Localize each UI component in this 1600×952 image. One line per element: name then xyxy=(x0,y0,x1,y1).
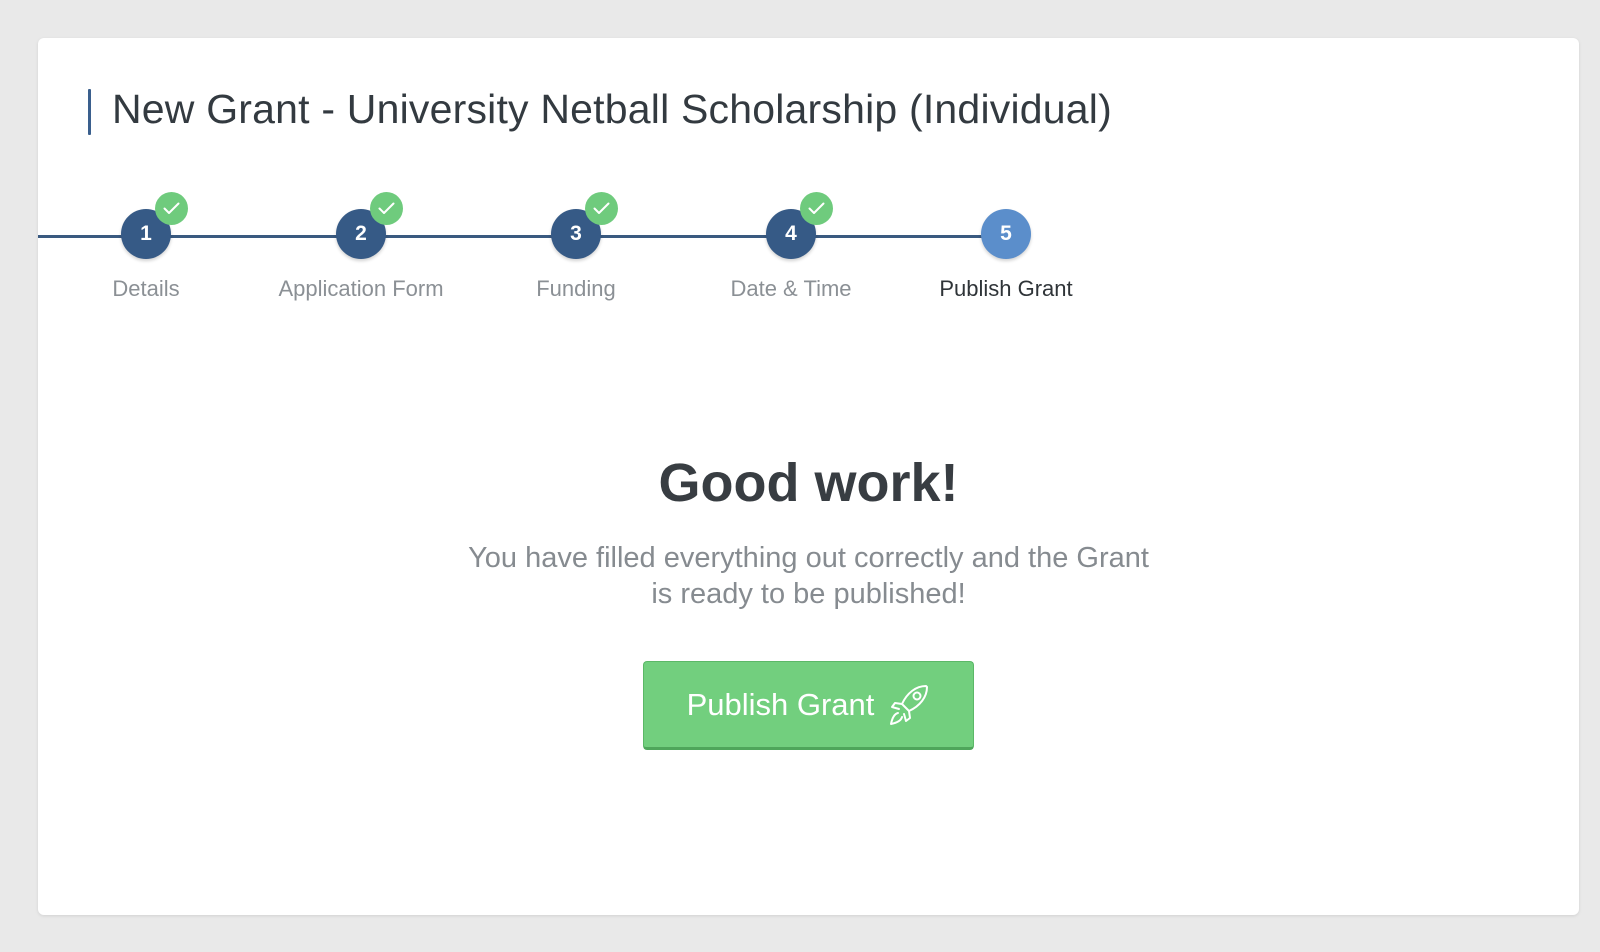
step-number: 5 xyxy=(1000,222,1012,245)
title-accent-bar xyxy=(88,89,91,135)
step-publish-grant[interactable]: 5 Publish Grant xyxy=(906,209,1106,302)
publish-grant-button[interactable]: Publish Grant xyxy=(643,661,974,750)
step-number-circle: 5 xyxy=(981,209,1031,259)
step-application-form[interactable]: 2 Application Form xyxy=(261,192,461,302)
step-number-circle: 3 xyxy=(551,192,618,259)
check-icon xyxy=(370,192,403,225)
step-label: Date & Time xyxy=(730,276,852,301)
page-title: New Grant - University Netball Scholarsh… xyxy=(112,86,1112,132)
step-details[interactable]: 1 Details xyxy=(46,192,246,302)
step-label: Publish Grant xyxy=(939,276,1073,301)
check-icon xyxy=(585,192,618,225)
step-label: Funding xyxy=(536,276,616,301)
step-label: Details xyxy=(112,276,180,301)
success-headline: Good work! xyxy=(658,453,959,513)
step-number-circle: 1 xyxy=(121,192,188,259)
step-number: 4 xyxy=(785,222,797,245)
step-number-circle: 2 xyxy=(336,192,403,259)
step-funding[interactable]: 3 Funding xyxy=(476,192,676,302)
step-number: 3 xyxy=(570,222,582,245)
check-icon xyxy=(800,192,833,225)
publish-button-label: Publish Grant xyxy=(686,686,875,722)
step-number-circle: 4 xyxy=(766,192,833,259)
check-icon xyxy=(155,192,188,225)
success-message: You have filled everything out correctly… xyxy=(468,542,1149,610)
grant-card: New Grant - University Netball Scholarsh… xyxy=(38,38,1579,915)
step-number: 2 xyxy=(355,222,367,245)
rocket-icon xyxy=(888,683,930,727)
step-label: Application Form xyxy=(278,276,444,301)
step-date-time[interactable]: 4 Date & Time xyxy=(691,192,891,302)
step-number: 1 xyxy=(140,222,152,245)
